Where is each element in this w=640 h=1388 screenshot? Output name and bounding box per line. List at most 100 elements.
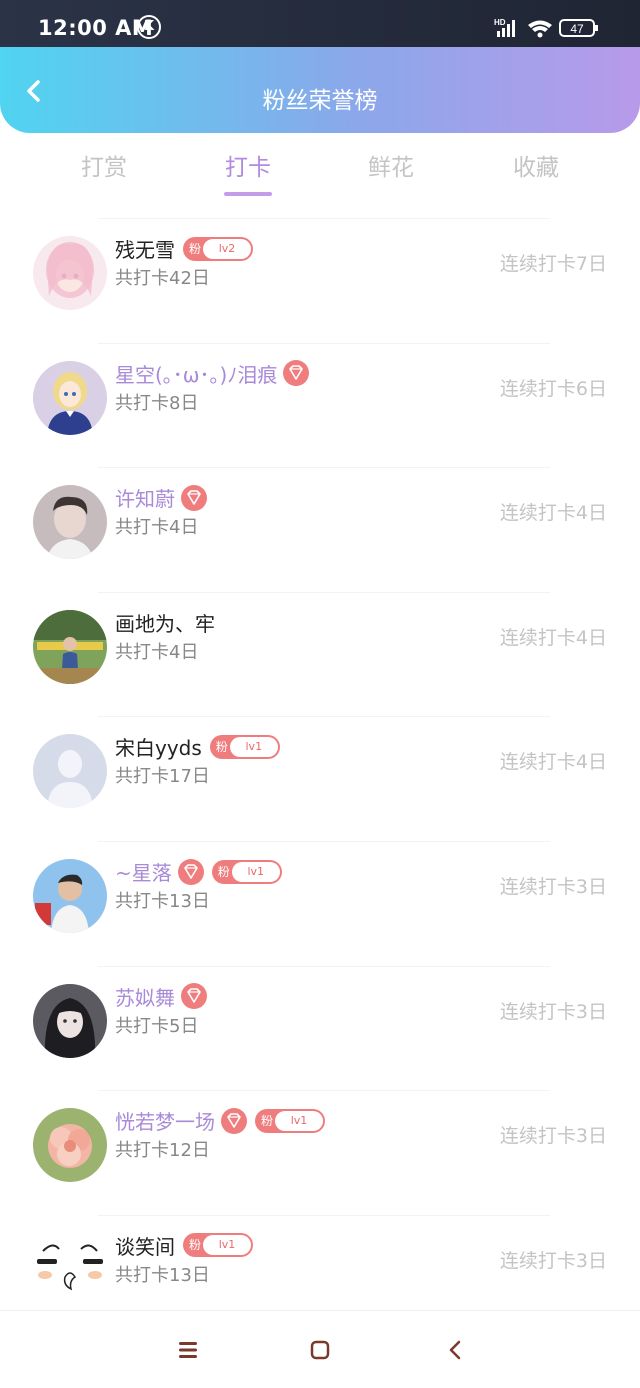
row-divider: [98, 467, 550, 469]
name-line: 恍若梦一场 粉 lv1: [115, 1106, 325, 1138]
status-icons: HD 47: [494, 16, 604, 40]
page-title: 粉丝荣誉榜: [262, 88, 378, 114]
fan-level-value: lv2: [203, 238, 251, 259]
fan-level-value: lv1: [203, 1235, 251, 1256]
avatar[interactable]: [33, 609, 107, 684]
diamond-icon: [177, 858, 204, 885]
tab-reward[interactable]: 打赏: [44, 148, 164, 182]
total-checkin: 共打卡13日: [115, 1264, 210, 1286]
user-name: 残无雪: [115, 238, 175, 262]
total-checkin: 共打卡5日: [115, 1015, 199, 1037]
signal-wifi-battery-icon: HD 47: [494, 18, 598, 38]
total-checkin: 共打卡42日: [115, 268, 210, 289]
list-item[interactable]: 残无雪粉 lv2 共打卡42日 连续打卡7日: [0, 218, 640, 342]
avatar[interactable]: [33, 859, 107, 933]
user-name: 苏姒舞: [115, 985, 175, 1010]
home-square-icon: [310, 1340, 330, 1360]
list-item[interactable]: 画地为、牢共打卡4日 连续打卡4日: [0, 591, 640, 716]
row-divider: [98, 218, 550, 219]
fan-label: 粉: [215, 739, 228, 754]
tab-label: 打卡: [225, 155, 271, 181]
menu-icon: [179, 1342, 197, 1358]
diamond-icon: [181, 983, 207, 1010]
fan-level-badge: 粉 lv1: [211, 859, 282, 884]
k-app-icon: K: [137, 15, 161, 39]
name-line: ~星落 粉 lv1: [115, 857, 282, 889]
fan-label: 粉: [189, 1238, 202, 1253]
streak-days: 连续打卡6日: [499, 377, 607, 400]
list-item[interactable]: 星空(｡･ω･｡)ﾉ泪痕 共打卡8日 连续打卡6日: [0, 342, 640, 467]
network-label: HD: [494, 18, 506, 27]
name-line: 星空(｡･ω･｡)ﾉ泪痕: [115, 359, 310, 391]
fan-label: 粉: [189, 241, 202, 256]
total-checkin: 共打卡12日: [115, 1140, 210, 1162]
fan-level-badge: 粉 lv1: [183, 1233, 253, 1258]
status-time: 12:00 AM: [38, 16, 154, 40]
total-checkin: 共打卡4日: [115, 517, 199, 539]
system-back-button[interactable]: [442, 1337, 468, 1363]
fan-label: 粉: [261, 1113, 274, 1128]
user-name: 恍若梦一场: [115, 1110, 215, 1135]
streak-days: 连续打卡3日: [499, 1125, 607, 1148]
avatar[interactable]: [33, 1232, 107, 1307]
fan-level-value: lv1: [231, 861, 280, 882]
tab-favorites[interactable]: 收藏: [476, 148, 596, 182]
tab-label: 打赏: [81, 155, 127, 181]
avatar[interactable]: [33, 734, 107, 809]
name-line: 画地为、牢: [115, 608, 215, 640]
user-name: 画地为、牢: [115, 611, 215, 636]
streak-days: 连续打卡3日: [499, 1249, 607, 1272]
row-divider: [98, 841, 550, 842]
tab-label: 收藏: [513, 155, 559, 181]
list-item[interactable]: 宋白yyds 粉 lv1 共打卡17日 连续打卡4日: [0, 716, 640, 840]
streak-days: 连续打卡4日: [499, 626, 607, 649]
row-divider: [98, 1214, 550, 1216]
streak-days: 连续打卡4日: [499, 751, 607, 774]
menu-button[interactable]: [175, 1337, 201, 1363]
fan-level-badge: 粉 lv2: [183, 236, 253, 261]
diamond-icon: [221, 1107, 247, 1134]
tab-checkin[interactable]: 打卡: [188, 148, 308, 196]
row-divider: [98, 1090, 550, 1092]
avatar[interactable]: [33, 236, 107, 310]
user-name: 谈笑间: [115, 1234, 175, 1259]
row-divider: [98, 591, 550, 593]
name-line: 残无雪粉 lv2: [115, 234, 253, 266]
total-checkin: 共打卡4日: [115, 641, 199, 663]
system-nav-bar: [0, 1310, 640, 1388]
user-name: 星空(｡･ω･｡)ﾉ泪痕: [115, 362, 278, 387]
streak-days: 连续打卡3日: [499, 876, 607, 898]
fan-label: 粉: [217, 864, 230, 879]
list-item[interactable]: 苏姒舞 共打卡5日 连续打卡3日: [0, 965, 640, 1090]
list-item[interactable]: 许知蔚 共打卡4日 连续打卡4日: [0, 467, 640, 591]
fan-level-value: lv1: [275, 1110, 323, 1131]
back-triangle-icon: [449, 1340, 461, 1360]
user-name: ~星落: [115, 861, 172, 885]
fan-level-badge: 粉 lv1: [255, 1108, 325, 1133]
list-item[interactable]: 恍若梦一场 粉 lv1 共打卡12日 连续打卡3日: [0, 1090, 640, 1214]
avatar[interactable]: [33, 485, 107, 560]
diamond-icon: [283, 360, 310, 387]
fan-level-badge: 粉 lv1: [209, 734, 280, 759]
row-divider: [98, 342, 550, 344]
tab-active-indicator: [224, 192, 272, 196]
avatar[interactable]: [33, 1108, 107, 1183]
diamond-icon: [181, 484, 207, 511]
tab-bar: 打赏 打卡 鲜花 收藏: [0, 148, 640, 208]
home-button[interactable]: [307, 1337, 333, 1363]
avatar[interactable]: [33, 360, 107, 435]
user-name: 许知蔚: [115, 487, 175, 512]
streak-days: 连续打卡7日: [499, 253, 607, 275]
name-line: 苏姒舞: [115, 982, 207, 1014]
name-line: 宋白yyds 粉 lv1: [115, 732, 280, 764]
header-bar: 粉丝荣誉榜: [0, 47, 640, 133]
avatar[interactable]: [33, 983, 107, 1058]
name-line: 谈笑间粉 lv1: [115, 1231, 253, 1263]
total-checkin: 共打卡8日: [115, 392, 199, 414]
tab-label: 鲜花: [368, 155, 414, 181]
battery-level: 47: [570, 22, 584, 36]
total-checkin: 共打卡17日: [115, 766, 210, 788]
list-item[interactable]: ~星落粉 lv1 共打卡13日 连续打卡3日: [0, 841, 640, 965]
tab-flowers[interactable]: 鲜花: [331, 148, 451, 182]
row-divider: [98, 965, 550, 967]
